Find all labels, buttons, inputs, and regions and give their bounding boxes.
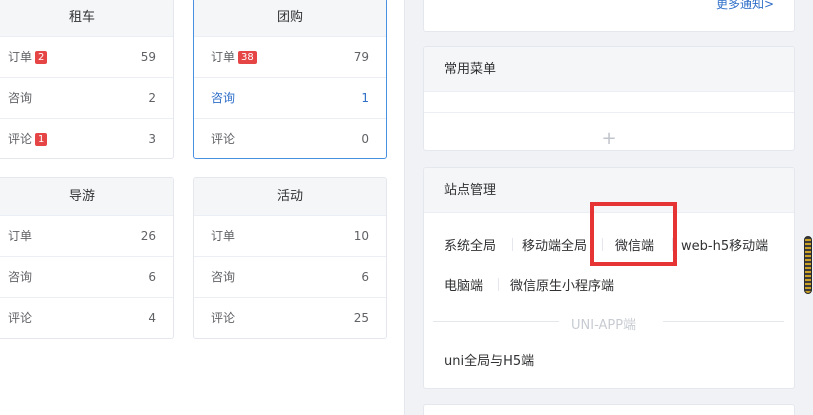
site-item-web-h5[interactable]: web-h5移动端 — [681, 235, 768, 254]
more-notices-link[interactable]: 更多通知> — [716, 0, 774, 12]
stat-row-inquiries[interactable]: 咨询 1 — [194, 77, 386, 118]
card-title: 导游 — [0, 178, 173, 215]
card-title: 团购 — [194, 0, 386, 36]
stat-label: 评论 — [211, 311, 236, 325]
site-item-wechat-miniprogram[interactable]: 微信原生小程序端 — [510, 275, 614, 294]
stat-row-orders[interactable]: 订单 38 79 — [194, 36, 386, 77]
sidebar-panels: 更多通知> 常用菜单 + 站点管理 系统全局 移动端全局 微信端 web-h5移… — [404, 0, 813, 415]
stat-row-orders[interactable]: 订单 2 59 — [0, 36, 173, 77]
menu-divider — [424, 112, 794, 113]
stat-value: 6 — [361, 270, 369, 284]
common-menu-panel: 常用菜单 + — [423, 46, 795, 151]
panel-title: 常用菜单 — [424, 47, 794, 92]
stat-label: 订单 — [211, 50, 236, 64]
card-title: 活动 — [194, 178, 386, 215]
highlight-box — [590, 202, 677, 266]
section-divider-right — [663, 321, 784, 322]
stat-value: 2 — [148, 91, 156, 105]
stat-row-reviews[interactable]: 评论 25 — [194, 297, 386, 338]
card-tour-guide: 导游 订单 26 咨询 6 评论 4 — [0, 177, 174, 339]
stat-label: 咨询 — [8, 270, 33, 284]
stat-label: 咨询 — [8, 91, 33, 105]
stat-row-reviews[interactable]: 评论 1 3 — [0, 118, 173, 158]
unread-badge: 38 — [238, 51, 257, 64]
unread-badge: 2 — [35, 51, 48, 64]
card-activity: 活动 订单 10 咨询 6 评论 25 — [193, 177, 387, 339]
next-panel — [423, 404, 795, 415]
stat-row-inquiries[interactable]: 咨询 6 — [194, 256, 386, 297]
card-car-rental: 租车 订单 2 59 咨询 2 评论 1 3 — [0, 0, 174, 159]
section-divider-left — [433, 321, 559, 322]
stat-label: 评论 — [8, 311, 33, 325]
stat-row-orders[interactable]: 订单 10 — [194, 215, 386, 256]
stat-label: 订单 — [8, 50, 33, 64]
stat-row-reviews[interactable]: 评论 0 — [194, 118, 386, 158]
uni-app-divider-label: UNI-APP端 — [571, 318, 637, 333]
card-title: 租车 — [0, 0, 173, 36]
stat-value: 3 — [148, 132, 156, 146]
site-item-pc[interactable]: 电脑端 — [444, 275, 483, 294]
stat-label: 订单 — [211, 229, 236, 243]
stat-row-orders[interactable]: 订单 26 — [0, 215, 173, 256]
site-item-mobile-global[interactable]: 移动端全局 — [522, 235, 587, 254]
stat-value: 79 — [353, 50, 369, 64]
stat-row-inquiries[interactable]: 咨询 6 — [0, 256, 173, 297]
stat-value: 10 — [353, 229, 369, 243]
item-separator — [512, 238, 513, 251]
stat-value: 26 — [140, 229, 156, 243]
stat-value: 6 — [148, 270, 156, 284]
stat-row-reviews[interactable]: 评论 4 — [0, 297, 173, 338]
site-management-panel: 站点管理 系统全局 移动端全局 微信端 web-h5移动端 电脑端 微信原生小程… — [423, 167, 795, 389]
stat-value: 0 — [361, 132, 369, 146]
notice-panel: 更多通知> — [423, 0, 795, 32]
stat-value: 25 — [353, 311, 369, 325]
scrollbar-thumb[interactable] — [804, 236, 812, 294]
stats-area: 租车 订单 2 59 咨询 2 评论 1 3 团购 订单 38 79 咨询 1 评论 … — [0, 0, 404, 415]
stat-row-inquiries[interactable]: 咨询 2 — [0, 77, 173, 118]
card-group-buy: 团购 订单 38 79 咨询 1 评论 0 — [193, 0, 387, 159]
stat-value: 59 — [140, 50, 156, 64]
stat-label: 咨询 — [211, 270, 236, 284]
scrollbar-track[interactable] — [803, 0, 813, 415]
item-separator — [498, 278, 499, 291]
site-item-system-global[interactable]: 系统全局 — [444, 235, 496, 254]
stat-value: 1 — [361, 91, 369, 105]
stat-label: 咨询 — [211, 91, 236, 105]
stat-label: 评论 — [211, 132, 236, 146]
plus-icon[interactable]: + — [424, 130, 794, 148]
unread-badge: 1 — [35, 133, 48, 146]
stat-label: 订单 — [8, 229, 33, 243]
site-item-uni-h5[interactable]: uni全局与H5端 — [444, 350, 534, 369]
stat-label: 评论 — [8, 132, 33, 146]
stat-value: 4 — [148, 311, 156, 325]
